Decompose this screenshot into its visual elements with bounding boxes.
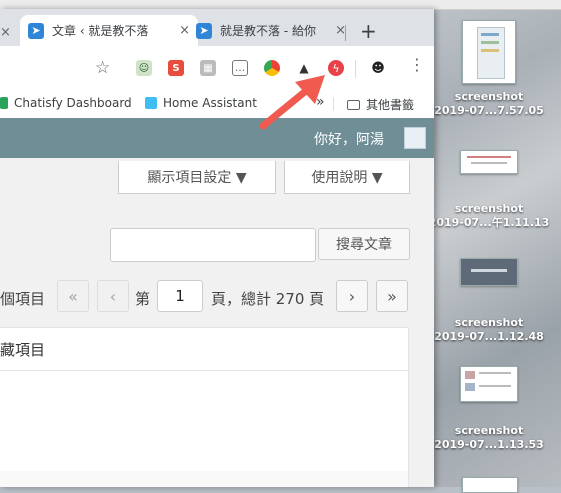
- previous-tab-close-icon[interactable]: ×: [0, 25, 11, 40]
- chat-extension-icon[interactable]: …: [232, 60, 248, 76]
- item-count-label: 個項目: [0, 290, 46, 308]
- browser-toolbar: ☆ ☺ S ▦ … ▲ ϟ ☻ ⋮: [0, 46, 434, 90]
- prev-page-button[interactable]: ‹: [97, 280, 129, 312]
- paper-plane-icon: ➤: [28, 22, 44, 39]
- column-header[interactable]: 藏項目: [0, 339, 45, 360]
- tab-strip: × ➤ 文章 ‹ 就是教不落 × ➤ 就是教不落 - 給你 × +: [0, 9, 434, 46]
- tab-title: 文章 ‹ 就是教不落: [52, 24, 149, 38]
- bookmarks-bar: Chatisfy Dashboard Home Assistant » 其他書籤: [0, 90, 434, 119]
- table-header: 藏項目: [0, 328, 408, 371]
- current-page-input[interactable]: 1: [157, 280, 203, 312]
- s-extension-icon[interactable]: S: [168, 60, 184, 76]
- screen-options-button[interactable]: 顯示項目設定 ▼: [118, 161, 276, 194]
- annotation-arrow: [259, 75, 325, 130]
- first-page-button[interactable]: «: [57, 280, 89, 312]
- close-icon[interactable]: ×: [179, 23, 190, 38]
- file-thumbnail: [460, 258, 518, 286]
- folder-icon: [347, 99, 360, 110]
- bookmark-label: 其他書籤: [366, 98, 415, 112]
- avatar-extension-icon[interactable]: ☻: [370, 60, 386, 76]
- desktop-file[interactable]: screenshot 2019-07...1.13.53: [424, 366, 554, 452]
- search-input[interactable]: [110, 228, 316, 262]
- paper-plane-icon: ➤: [196, 22, 212, 39]
- file-thumbnail: [462, 20, 516, 84]
- posts-table: 藏項目: [0, 327, 409, 487]
- home-assistant-icon: [145, 97, 157, 109]
- table-row: [0, 371, 408, 472]
- desktop-file[interactable]: screenshot 2019-07...午1.11.13: [424, 150, 554, 230]
- new-tab-button[interactable]: +: [360, 21, 377, 41]
- tab-title: 就是教不落 - 給你: [220, 24, 316, 38]
- next-page-button[interactable]: ›: [336, 280, 368, 312]
- browser-window: × ➤ 文章 ‹ 就是教不落 × ➤ 就是教不落 - 給你 × + ☆ ☺ S …: [0, 9, 434, 487]
- search-posts-button[interactable]: 搜尋文章: [318, 228, 410, 260]
- file-thumbnail: [460, 366, 518, 402]
- photo-extension-icon[interactable]: ▦: [200, 60, 216, 76]
- wp-content: 顯示項目設定 ▼ 使用說明 ▼ 搜尋文章 個項目 « ‹ 第 1 頁，總計 27…: [0, 158, 434, 487]
- file-thumbnail[interactable]: [462, 477, 518, 493]
- bookmark-label: Chatisfy Dashboard: [14, 96, 132, 110]
- tab-posts[interactable]: ➤ 文章 ‹ 就是教不落 ×: [20, 15, 198, 46]
- file-thumbnail: [460, 150, 518, 174]
- help-button[interactable]: 使用說明 ▼: [284, 161, 410, 194]
- page-total: 頁，總計 270 頁: [211, 290, 325, 308]
- page-prefix: 第: [135, 290, 151, 308]
- browser-menu-icon[interactable]: ⋮: [409, 57, 425, 73]
- tab-site[interactable]: ➤ 就是教不落 - 給你 ×: [190, 15, 354, 46]
- chatisfy-icon: [0, 97, 8, 109]
- desktop-file[interactable]: screenshot 2019-07...1.12.48: [424, 258, 554, 344]
- toolbar-divider: [355, 60, 356, 78]
- wp-admin-bar: 你好，阿湯: [0, 118, 434, 158]
- table-row: [0, 471, 408, 487]
- hat-mascot-extension-icon[interactable]: ☺: [136, 60, 152, 76]
- file-name: screenshot: [454, 202, 524, 215]
- file-name: screenshot: [454, 316, 524, 329]
- file-date: 2019-07...午1.11.13: [428, 216, 550, 229]
- bookmark-label: Home Assistant: [163, 96, 257, 110]
- file-name: screenshot: [454, 90, 524, 103]
- file-name: screenshot: [454, 424, 524, 437]
- bookmark-star-icon[interactable]: ☆: [95, 58, 110, 78]
- avatar[interactable]: [404, 127, 426, 149]
- file-date: 2019-07...1.12.48: [434, 330, 544, 343]
- bookmark-other-folder[interactable]: 其他書籤: [347, 96, 414, 113]
- desktop-file[interactable]: screenshot 2019-07...7.57.05: [424, 20, 554, 118]
- tab-divider: [345, 25, 346, 41]
- bookmark-chatisfy[interactable]: Chatisfy Dashboard: [0, 96, 132, 110]
- last-page-button[interactable]: »: [376, 280, 408, 312]
- bookmark-home-assistant[interactable]: Home Assistant: [145, 96, 257, 110]
- file-date: 2019-07...1.13.53: [434, 438, 544, 451]
- file-date: 2019-07...7.57.05: [434, 104, 544, 117]
